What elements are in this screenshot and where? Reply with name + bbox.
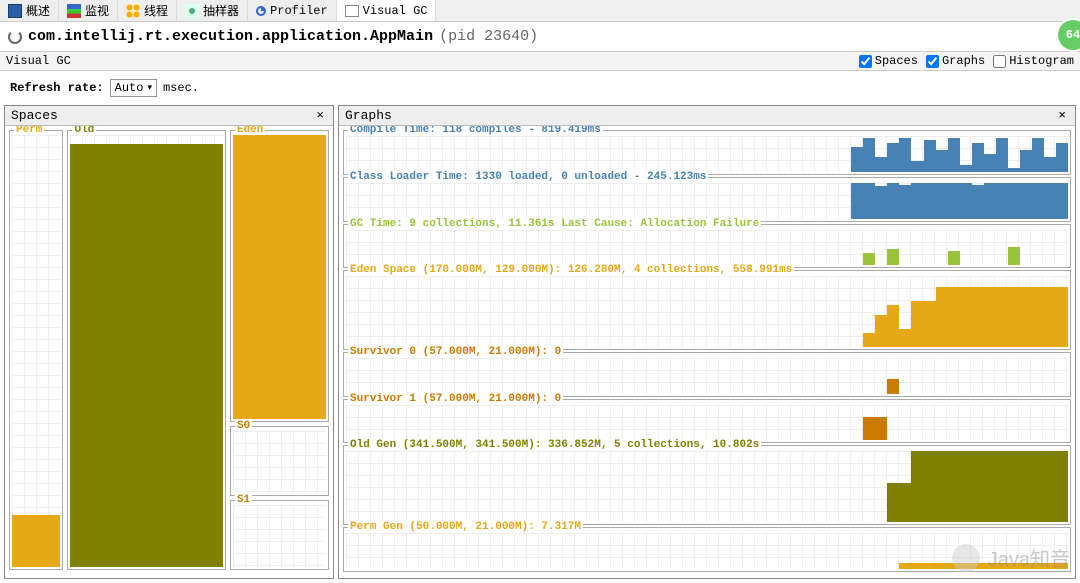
- check-spaces[interactable]: Spaces: [859, 54, 918, 68]
- graph-eden: Eden Space (170.000M, 129.000M): 126.280…: [343, 270, 1071, 350]
- chevron-down-icon: ▾: [147, 83, 152, 93]
- space-s1-chart: [233, 505, 326, 567]
- graph-eden-chart: [346, 276, 1068, 347]
- watermark-text: Java知音: [988, 543, 1070, 572]
- spaces-pane: Spaces × Perm Old Eden: [4, 105, 334, 579]
- graph-s0-label: Survivor 0 (57.000M, 21.000M): 0: [348, 346, 563, 358]
- close-icon[interactable]: ×: [313, 108, 327, 123]
- graph-oldgen-label: Old Gen (341.500M, 341.500M): 336.852M, …: [348, 439, 761, 451]
- panel-name: Visual GC: [6, 54, 71, 68]
- process-class: com.intellij.rt.execution.application.Ap…: [28, 28, 433, 45]
- graphs-pane: Graphs × Compile Time: 118 compiles - 81…: [338, 105, 1076, 579]
- watermark-logo-icon: [952, 544, 980, 572]
- graph-gc: GC Time: 9 collections, 11.361s Last Cau…: [343, 224, 1071, 269]
- graph-compile: Compile Time: 118 compiles - 819.419ms: [343, 130, 1071, 175]
- spaces-body: Perm Old Eden S0: [5, 126, 333, 578]
- space-old-chart: [70, 135, 222, 567]
- tab-monitor[interactable]: 监视: [59, 0, 118, 21]
- graph-oldgen-chart: [346, 451, 1068, 522]
- space-s1: S1: [230, 500, 329, 570]
- space-s0: S0: [230, 426, 329, 496]
- refresh-unit: msec.: [163, 81, 199, 95]
- graph-s0: Survivor 0 (57.000M, 21.000M): 0: [343, 352, 1071, 397]
- sampler-icon: [185, 4, 199, 18]
- watermark: Java知音: [952, 543, 1070, 572]
- process-title-row: com.intellij.rt.execution.application.Ap…: [0, 22, 1080, 51]
- space-old: Old: [67, 130, 225, 570]
- profiler-icon: [256, 6, 266, 16]
- space-s0-chart: [233, 431, 326, 493]
- monitor-icon: [67, 4, 81, 18]
- tab-visualgc[interactable]: Visual GC: [337, 0, 437, 21]
- main-split: Spaces × Perm Old Eden: [0, 105, 1080, 583]
- overview-icon: [8, 4, 22, 18]
- graph-classloader-chart: [346, 183, 1068, 219]
- refresh-combo[interactable]: Auto ▾: [110, 79, 157, 97]
- panel-header: Visual GC Spaces Graphs Histogram: [0, 51, 1080, 71]
- visualgc-icon: [345, 5, 359, 17]
- graph-s1: Survivor 1 (57.000M, 21.000M): 0: [343, 399, 1071, 444]
- check-graphs[interactable]: Graphs: [926, 54, 985, 68]
- tab-threads[interactable]: 线程: [118, 0, 177, 21]
- close-icon[interactable]: ×: [1055, 108, 1069, 123]
- graph-eden-label: Eden Space (170.000M, 129.000M): 126.280…: [348, 264, 794, 276]
- refresh-label: Refresh rate:: [10, 81, 104, 95]
- graph-s0-chart: [346, 358, 1068, 394]
- threads-icon: [126, 4, 140, 18]
- graph-s1-chart: [346, 405, 1068, 441]
- process-pid: (pid 23640): [439, 28, 538, 45]
- tab-sampler[interactable]: 抽样器: [177, 0, 248, 21]
- graph-classloader-label: Class Loader Time: 1330 loaded, 0 unload…: [348, 171, 708, 183]
- refresh-row: Refresh rate: Auto ▾ msec.: [0, 71, 1080, 105]
- graph-s1-label: Survivor 1 (57.000M, 21.000M): 0: [348, 393, 563, 405]
- space-eden: Eden: [230, 130, 329, 422]
- graphs-body: Compile Time: 118 compiles - 819.419msCl…: [339, 126, 1075, 578]
- view-checks: Spaces Graphs Histogram: [859, 54, 1074, 68]
- space-perm: Perm: [9, 130, 63, 570]
- graphs-title: Graphs: [345, 108, 392, 123]
- tab-bar: 概述 监视 线程 抽样器 Profiler Visual GC: [0, 0, 1080, 22]
- spaces-title: Spaces: [11, 108, 58, 123]
- spaces-header: Spaces ×: [5, 106, 333, 126]
- tab-overview[interactable]: 概述: [0, 0, 59, 21]
- graph-permgen-label: Perm Gen (50.000M, 21.000M): 7.317M: [348, 521, 583, 533]
- graph-oldgen: Old Gen (341.500M, 341.500M): 336.852M, …: [343, 445, 1071, 525]
- space-eden-chart: [233, 135, 326, 419]
- space-perm-chart: [12, 135, 60, 567]
- graph-compile-label: Compile Time: 118 compiles - 819.419ms: [348, 126, 603, 136]
- graph-gc-chart: [346, 230, 1068, 266]
- tab-profiler[interactable]: Profiler: [248, 0, 337, 21]
- graphs-header: Graphs ×: [339, 106, 1075, 126]
- graph-gc-label: GC Time: 9 collections, 11.361s Last Cau…: [348, 218, 761, 230]
- loading-spinner-icon: [8, 30, 22, 44]
- check-histogram[interactable]: Histogram: [993, 54, 1074, 68]
- graph-compile-chart: [346, 136, 1068, 172]
- graph-classloader: Class Loader Time: 1330 loaded, 0 unload…: [343, 177, 1071, 222]
